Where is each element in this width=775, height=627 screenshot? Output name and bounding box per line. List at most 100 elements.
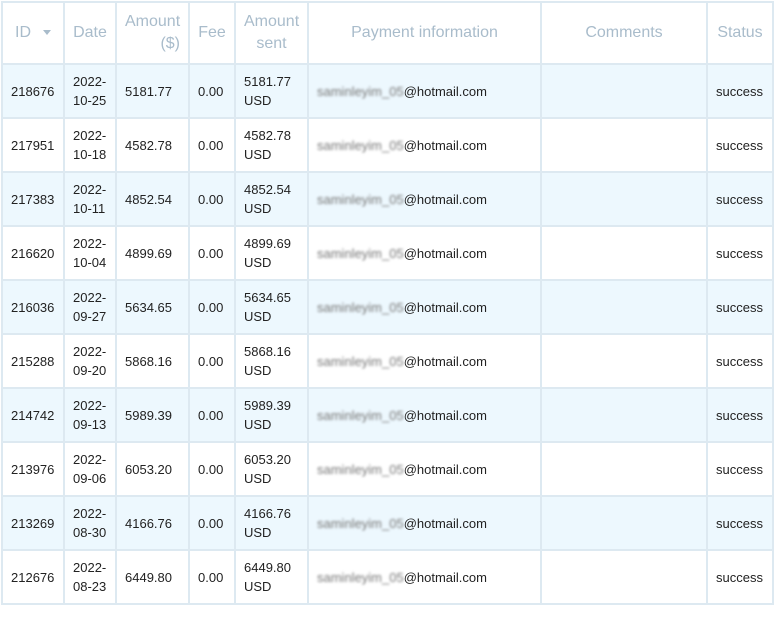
email-domain: @hotmail.com xyxy=(403,245,487,261)
email-domain: @hotmail.com xyxy=(403,461,487,477)
table-row[interactable]: 216036 2022-09-27 5634.65 0.00 5634.65 U… xyxy=(1,279,774,335)
cell-status: success xyxy=(706,63,774,119)
cell-id: 213269 xyxy=(1,495,65,551)
cell-comments xyxy=(540,63,708,119)
cell-amount: 4852.54 xyxy=(115,171,190,227)
cell-amount-sent: 4166.76 USD xyxy=(234,495,309,551)
email-user-blurred: saminleyim_05 xyxy=(317,137,404,153)
cell-payment-info: saminleyim_05@hotmail.com xyxy=(307,117,542,173)
cell-amount: 4899.69 xyxy=(115,225,190,281)
cell-amount: 4166.76 xyxy=(115,495,190,551)
cell-status: success xyxy=(706,225,774,281)
table-row[interactable]: 213976 2022-09-06 6053.20 0.00 6053.20 U… xyxy=(1,441,774,497)
header-id-label: ID xyxy=(15,24,31,41)
cell-id: 216620 xyxy=(1,225,65,281)
cell-fee: 0.00 xyxy=(188,63,236,119)
email-domain: @hotmail.com xyxy=(403,407,487,423)
header-amount-sent[interactable]: Amount sent xyxy=(234,1,309,65)
cell-comments xyxy=(540,549,708,605)
cell-amount: 6449.80 xyxy=(115,549,190,605)
cell-id: 215288 xyxy=(1,333,65,389)
header-amount[interactable]: Amount ($) xyxy=(115,1,190,65)
table-row[interactable]: 217951 2022-10-18 4582.78 0.00 4582.78 U… xyxy=(1,117,774,173)
cell-payment-info: saminleyim_05@hotmail.com xyxy=(307,495,542,551)
cell-date: 2022-09-06 xyxy=(63,441,117,497)
email-user-blurred: saminleyim_05 xyxy=(317,407,404,423)
cell-payment-info: saminleyim_05@hotmail.com xyxy=(307,279,542,335)
cell-fee: 0.00 xyxy=(188,117,236,173)
email-user-blurred: saminleyim_05 xyxy=(317,461,404,477)
email-domain: @hotmail.com xyxy=(403,353,487,369)
table-row[interactable]: 214742 2022-09-13 5989.39 0.00 5989.39 U… xyxy=(1,387,774,443)
cell-date: 2022-09-13 xyxy=(63,387,117,443)
cell-fee: 0.00 xyxy=(188,333,236,389)
header-id[interactable]: ID xyxy=(1,1,65,65)
cell-fee: 0.00 xyxy=(188,225,236,281)
cell-date: 2022-10-25 xyxy=(63,63,117,119)
table-row[interactable]: 218676 2022-10-25 5181.77 0.00 5181.77 U… xyxy=(1,63,774,119)
cell-amount-sent: 5868.16 USD xyxy=(234,333,309,389)
email-user-blurred: saminleyim_05 xyxy=(317,299,404,315)
header-fee[interactable]: Fee xyxy=(188,1,236,65)
cell-payment-info: saminleyim_05@hotmail.com xyxy=(307,225,542,281)
cell-status: success xyxy=(706,333,774,389)
table-row[interactable]: 216620 2022-10-04 4899.69 0.00 4899.69 U… xyxy=(1,225,774,281)
cell-amount: 5634.65 xyxy=(115,279,190,335)
table-row[interactable]: 213269 2022-08-30 4166.76 0.00 4166.76 U… xyxy=(1,495,774,551)
cell-status: success xyxy=(706,117,774,173)
email-domain: @hotmail.com xyxy=(403,191,487,207)
cell-comments xyxy=(540,387,708,443)
cell-comments xyxy=(540,495,708,551)
cell-amount-sent: 4899.69 USD xyxy=(234,225,309,281)
cell-fee: 0.00 xyxy=(188,387,236,443)
cell-fee: 0.00 xyxy=(188,549,236,605)
cell-comments xyxy=(540,279,708,335)
cell-amount-sent: 5181.77 USD xyxy=(234,63,309,119)
cell-status: success xyxy=(706,171,774,227)
cell-comments xyxy=(540,117,708,173)
cell-date: 2022-10-18 xyxy=(63,117,117,173)
cell-id: 214742 xyxy=(1,387,65,443)
cell-fee: 0.00 xyxy=(188,171,236,227)
sort-desc-icon[interactable] xyxy=(43,30,51,36)
cell-amount-sent: 6449.80 USD xyxy=(234,549,309,605)
cell-status: success xyxy=(706,441,774,497)
payments-table: ID Date Amount ($) Fee Amount sent Payme… xyxy=(1,1,774,605)
cell-status: success xyxy=(706,549,774,605)
cell-id: 212676 xyxy=(1,549,65,605)
cell-comments xyxy=(540,225,708,281)
cell-comments xyxy=(540,441,708,497)
header-date[interactable]: Date xyxy=(63,1,117,65)
cell-payment-info: saminleyim_05@hotmail.com xyxy=(307,171,542,227)
cell-status: success xyxy=(706,279,774,335)
email-user-blurred: saminleyim_05 xyxy=(317,353,404,369)
email-user-blurred: saminleyim_05 xyxy=(317,191,404,207)
cell-payment-info: saminleyim_05@hotmail.com xyxy=(307,63,542,119)
cell-id: 216036 xyxy=(1,279,65,335)
email-user-blurred: saminleyim_05 xyxy=(317,515,404,531)
cell-date: 2022-10-04 xyxy=(63,225,117,281)
cell-fee: 0.00 xyxy=(188,441,236,497)
cell-date: 2022-08-23 xyxy=(63,549,117,605)
cell-amount-sent: 5989.39 USD xyxy=(234,387,309,443)
email-domain: @hotmail.com xyxy=(403,515,487,531)
table-row[interactable]: 217383 2022-10-11 4852.54 0.00 4852.54 U… xyxy=(1,171,774,227)
cell-amount: 6053.20 xyxy=(115,441,190,497)
cell-fee: 0.00 xyxy=(188,495,236,551)
header-status[interactable]: Status xyxy=(706,1,774,65)
cell-payment-info: saminleyim_05@hotmail.com xyxy=(307,441,542,497)
cell-id: 217951 xyxy=(1,117,65,173)
cell-comments xyxy=(540,171,708,227)
email-domain: @hotmail.com xyxy=(403,569,487,585)
cell-date: 2022-10-11 xyxy=(63,171,117,227)
header-comments[interactable]: Comments xyxy=(540,1,708,65)
cell-comments xyxy=(540,333,708,389)
cell-payment-info: saminleyim_05@hotmail.com xyxy=(307,333,542,389)
table-row[interactable]: 212676 2022-08-23 6449.80 0.00 6449.80 U… xyxy=(1,549,774,605)
header-payment-info[interactable]: Payment information xyxy=(307,1,542,65)
cell-amount-sent: 5634.65 USD xyxy=(234,279,309,335)
email-domain: @hotmail.com xyxy=(403,299,487,315)
email-user-blurred: saminleyim_05 xyxy=(317,83,404,99)
email-user-blurred: saminleyim_05 xyxy=(317,245,404,261)
table-row[interactable]: 215288 2022-09-20 5868.16 0.00 5868.16 U… xyxy=(1,333,774,389)
